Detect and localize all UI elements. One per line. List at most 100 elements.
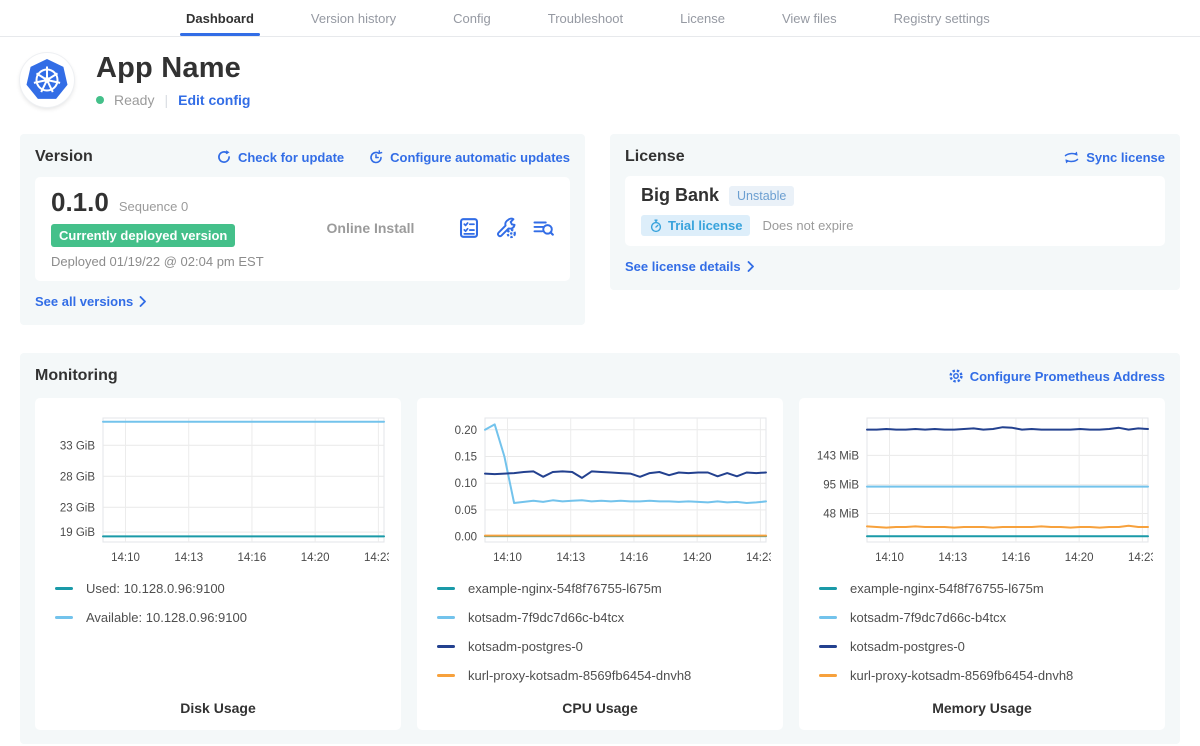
gear-icon [948, 368, 964, 384]
legend-swatch [55, 616, 73, 619]
legend-label: Used: 10.128.0.96:9100 [86, 581, 225, 596]
see-all-versions-link[interactable]: See all versions [35, 294, 147, 309]
legend-swatch [437, 645, 455, 648]
chart-title: Memory Usage [811, 700, 1153, 720]
version-title: Version [35, 148, 93, 166]
svg-text:0.10: 0.10 [455, 478, 477, 490]
tab-config[interactable]: Config [453, 0, 491, 36]
tab-registry-settings[interactable]: Registry settings [894, 0, 990, 36]
svg-text:14:16: 14:16 [238, 552, 267, 564]
legend-swatch [55, 587, 73, 590]
deployed-timestamp: Deployed 01/19/22 @ 02:04 pm EST [51, 254, 283, 269]
license-expiry: Does not expire [762, 218, 853, 233]
legend-label: kotsadm-7f9dc7d66c-b4tcx [850, 610, 1006, 625]
svg-text:95 MiB: 95 MiB [823, 480, 859, 492]
legend-swatch [437, 587, 455, 590]
svg-text:14:13: 14:13 [174, 552, 203, 564]
tab-license[interactable]: License [680, 0, 725, 36]
svg-text:14:10: 14:10 [111, 552, 140, 564]
license-panel: License Sync license Big Bank Unstable [610, 134, 1180, 290]
see-license-details-link[interactable]: See license details [625, 259, 755, 274]
svg-text:48 MiB: 48 MiB [823, 509, 859, 521]
svg-text:14:20: 14:20 [301, 552, 330, 564]
current-version-card: 0.1.0 Sequence 0 Currently deployed vers… [35, 177, 570, 281]
configure-prometheus-link[interactable]: Configure Prometheus Address [948, 368, 1165, 384]
svg-text:14:13: 14:13 [938, 552, 967, 564]
tab-troubleshoot[interactable]: Troubleshoot [548, 0, 623, 36]
legend-item: example-nginx-54f8f76755-l675m [437, 581, 771, 596]
svg-text:0.05: 0.05 [455, 505, 477, 517]
chart-title: CPU Usage [429, 700, 771, 720]
preflight-checks-icon[interactable] [458, 217, 480, 239]
tab-view-files[interactable]: View files [782, 0, 837, 36]
memory-usage-chart: 48 MiB95 MiB143 MiB14:1014:1314:1614:201… [811, 410, 1153, 568]
legend-item: Used: 10.128.0.96:9100 [55, 581, 389, 596]
disk-usage-legend: Used: 10.128.0.96:9100Available: 10.128.… [47, 581, 389, 639]
memory-usage-plot: 48 MiB95 MiB143 MiB14:1014:1314:1614:201… [811, 410, 1153, 573]
legend-item: example-nginx-54f8f76755-l675m [819, 581, 1153, 596]
legend-label: kotsadm-postgres-0 [468, 639, 583, 654]
memory-usage-card: 48 MiB95 MiB143 MiB14:1014:1314:1614:201… [799, 398, 1165, 730]
view-logs-icon[interactable] [532, 217, 554, 239]
channel-badge: Unstable [729, 186, 794, 206]
divider: | [164, 92, 168, 108]
monitoring-panel: Monitoring Configure Prometheus Address … [20, 353, 1180, 744]
svg-text:28 GiB: 28 GiB [60, 471, 95, 483]
legend-label: example-nginx-54f8f76755-l675m [468, 581, 662, 596]
svg-text:14:13: 14:13 [556, 552, 585, 564]
cpu-usage-chart: 0.000.050.100.150.2014:1014:1314:1614:20… [429, 410, 771, 568]
license-card: Big Bank Unstable Trial license Does not… [625, 176, 1165, 246]
sync-license-link[interactable]: Sync license [1063, 150, 1165, 165]
license-title: License [625, 148, 685, 166]
configure-automatic-updates-link[interactable]: Configure automatic updates [368, 149, 570, 165]
legend-item: kotsadm-7f9dc7d66c-b4tcx [437, 610, 771, 625]
legend-swatch [819, 587, 837, 590]
svg-text:0.00: 0.00 [455, 532, 477, 544]
monitoring-title: Monitoring [35, 367, 118, 385]
status-badge: Ready [114, 92, 154, 108]
svg-text:0.15: 0.15 [455, 451, 477, 463]
install-type-label: Online Install [283, 220, 458, 236]
app-header: App Name Ready | Edit config [20, 52, 1180, 108]
top-navigation: Dashboard Version history Config Trouble… [0, 0, 1200, 37]
chevron-right-icon [747, 261, 755, 272]
legend-item: kurl-proxy-kotsadm-8569fb6454-dnvh8 [819, 668, 1153, 683]
config-wrench-icon[interactable] [495, 217, 517, 239]
legend-item: kotsadm-postgres-0 [437, 639, 771, 654]
svg-text:14:20: 14:20 [683, 552, 712, 564]
legend-item: kurl-proxy-kotsadm-8569fb6454-dnvh8 [437, 668, 771, 683]
legend-swatch [437, 616, 455, 619]
svg-text:23 GiB: 23 GiB [60, 502, 95, 514]
svg-text:0.20: 0.20 [455, 425, 477, 437]
cpu-usage-plot: 0.000.050.100.150.2014:1014:1314:1614:20… [429, 410, 771, 573]
tab-version-history[interactable]: Version history [311, 0, 396, 36]
legend-label: kotsadm-postgres-0 [850, 639, 965, 654]
svg-text:14:20: 14:20 [1065, 552, 1094, 564]
edit-config-link[interactable]: Edit config [178, 92, 250, 108]
clock-update-icon [368, 149, 384, 165]
legend-item: kotsadm-7f9dc7d66c-b4tcx [819, 610, 1153, 625]
deployed-version-badge: Currently deployed version [51, 224, 235, 247]
svg-text:14:23: 14:23 [746, 552, 771, 564]
legend-item: kotsadm-postgres-0 [819, 639, 1153, 654]
disk-usage-chart: 19 GiB23 GiB28 GiB33 GiB14:1014:1314:161… [47, 410, 389, 568]
trial-license-badge: Trial license [641, 215, 750, 236]
legend-swatch [819, 674, 837, 677]
legend-swatch [437, 674, 455, 677]
version-panel: Version Check for update [20, 134, 585, 325]
kubernetes-icon [21, 54, 73, 106]
app-logo [20, 53, 74, 107]
refresh-icon [216, 149, 232, 165]
version-sequence: Sequence 0 [119, 199, 188, 214]
legend-swatch [819, 616, 837, 619]
svg-text:19 GiB: 19 GiB [60, 527, 95, 539]
svg-text:14:10: 14:10 [493, 552, 522, 564]
legend-label: kotsadm-7f9dc7d66c-b4tcx [468, 610, 624, 625]
svg-text:143 MiB: 143 MiB [817, 450, 860, 462]
svg-text:14:10: 14:10 [875, 552, 904, 564]
tab-dashboard[interactable]: Dashboard [186, 0, 254, 36]
stopwatch-icon [649, 219, 663, 233]
svg-text:14:16: 14:16 [1002, 552, 1031, 564]
check-for-update-link[interactable]: Check for update [216, 149, 344, 165]
disk-usage-card: 19 GiB23 GiB28 GiB33 GiB14:1014:1314:161… [35, 398, 401, 730]
